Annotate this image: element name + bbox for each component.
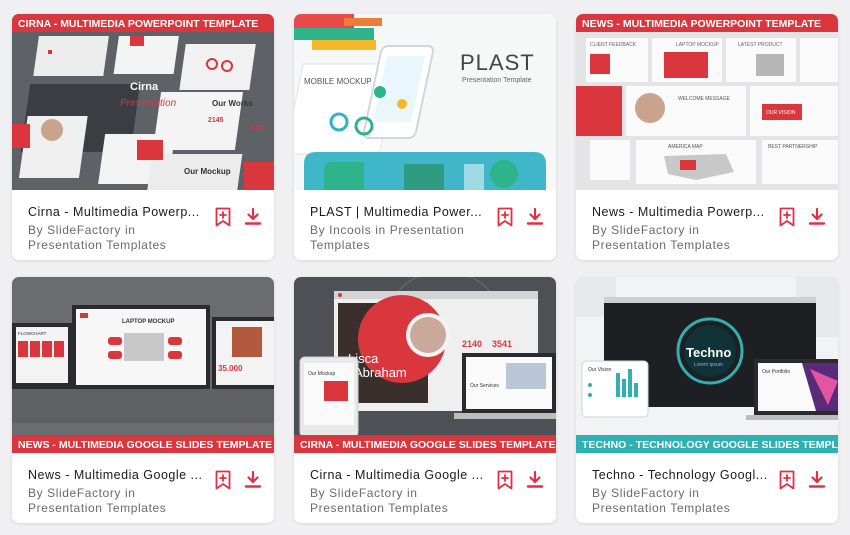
- svg-text:3541: 3541: [492, 339, 512, 349]
- author-line[interactable]: By SlideFactory in: [310, 486, 490, 501]
- template-banner: CIRNA - MULTIMEDIA POWERPOINT TEMPLATE: [18, 18, 258, 30]
- author-line[interactable]: By SlideFactory in: [592, 223, 772, 238]
- template-thumbnail[interactable]: MOBILE MOCKUP PLAST Presentation Templat…: [294, 14, 556, 190]
- svg-text:Our Vision: Our Vision: [588, 367, 611, 373]
- author-line[interactable]: By SlideFactory in: [592, 486, 772, 501]
- svg-text:Abraham: Abraham: [354, 365, 407, 380]
- svg-text:Lorem ipsum: Lorem ipsum: [694, 362, 723, 368]
- template-thumbnail[interactable]: CIRNA - MULTIMEDIA POWERPOINT TEMPLATE C…: [12, 14, 274, 190]
- author-line[interactable]: By SlideFactory in: [28, 223, 208, 238]
- svg-text:Techno: Techno: [686, 345, 731, 360]
- svg-text:Our Portfolio: Our Portfolio: [762, 369, 790, 375]
- svg-text:Our Services: Our Services: [470, 383, 499, 389]
- svg-text:AMERICA MAP: AMERICA MAP: [668, 144, 703, 150]
- bookmark-add-icon[interactable]: [778, 470, 796, 490]
- template-banner: CIRNA - MULTIMEDIA GOOGLE SLIDES TEMPLAT…: [300, 439, 556, 451]
- bookmark-add-icon[interactable]: [496, 470, 514, 490]
- template-banner: NEWS - MULTIMEDIA POWERPOINT TEMPLATE: [582, 18, 821, 30]
- svg-text:LAPTOP MOCKUP: LAPTOP MOCKUP: [122, 319, 174, 325]
- svg-text:Our Mockup: Our Mockup: [184, 167, 231, 176]
- svg-text:2140: 2140: [462, 339, 482, 349]
- author-line[interactable]: By SlideFactory in: [28, 486, 208, 501]
- download-icon[interactable]: [808, 207, 826, 227]
- template-title[interactable]: News - Multimedia Powerp...: [592, 204, 772, 220]
- template-card[interactable]: Lisca Abraham 2140 3541 Our Mockup Our S…: [294, 277, 556, 523]
- svg-text:BEST PARTNERSHIP: BEST PARTNERSHIP: [768, 144, 818, 150]
- template-banner: TECHNO - TECHNOLOGY GOOGLE SLIDES TEMPLA…: [582, 439, 838, 451]
- category-link[interactable]: Templates: [310, 238, 490, 253]
- author-line[interactable]: By Incools in Presentation: [310, 223, 490, 238]
- download-icon[interactable]: [526, 207, 544, 227]
- template-title[interactable]: News - Multimedia Google ...: [28, 467, 208, 483]
- template-card[interactable]: MOBILE MOCKUP PLAST Presentation Templat…: [294, 14, 556, 260]
- bookmark-add-icon[interactable]: [778, 207, 796, 227]
- download-icon[interactable]: [526, 470, 544, 490]
- template-thumbnail[interactable]: Techno Lorem ipsum Our Vision Our Portfo…: [576, 277, 838, 453]
- svg-text:2145: 2145: [208, 117, 224, 124]
- category-link[interactable]: Presentation Templates: [28, 501, 208, 516]
- svg-text:FLOWCHART: FLOWCHART: [18, 331, 47, 336]
- bookmark-add-icon[interactable]: [214, 207, 232, 227]
- category-link[interactable]: Presentation Templates: [310, 501, 490, 516]
- template-title[interactable]: PLAST | Multimedia Power...: [310, 204, 490, 220]
- template-card[interactable]: FLOWCHART LAPTOP MOCKUP 35.000 NEWS - MU…: [12, 277, 274, 523]
- category-link[interactable]: Presentation Templates: [592, 238, 772, 253]
- svg-text:35.000: 35.000: [218, 364, 243, 373]
- download-icon[interactable]: [244, 207, 262, 227]
- template-title[interactable]: Cirna - Multimedia Powerp...: [28, 204, 208, 220]
- template-title[interactable]: Techno - Technology Googl...: [592, 467, 772, 483]
- template-card[interactable]: Techno Lorem ipsum Our Vision Our Portfo…: [576, 277, 838, 523]
- template-thumbnail[interactable]: Lisca Abraham 2140 3541 Our Mockup Our S…: [294, 277, 556, 453]
- svg-text:MOBILE MOCKUP: MOBILE MOCKUP: [304, 77, 372, 86]
- template-thumbnail[interactable]: FLOWCHART LAPTOP MOCKUP 35.000 NEWS - MU…: [12, 277, 274, 453]
- bookmark-add-icon[interactable]: [496, 207, 514, 227]
- svg-text:OUR VISION: OUR VISION: [766, 110, 796, 116]
- svg-text:3415: 3415: [250, 125, 266, 132]
- template-title[interactable]: Cirna - Multimedia Google ...: [310, 467, 490, 483]
- template-thumbnail[interactable]: NEWS - MULTIMEDIA POWERPOINT TEMPLATE CL…: [576, 14, 838, 190]
- template-card[interactable]: NEWS - MULTIMEDIA POWERPOINT TEMPLATE CL…: [576, 14, 838, 260]
- download-icon[interactable]: [808, 470, 826, 490]
- category-link[interactable]: Presentation Templates: [592, 501, 772, 516]
- download-icon[interactable]: [244, 470, 262, 490]
- bookmark-add-icon[interactable]: [214, 470, 232, 490]
- svg-text:PLAST: PLAST: [460, 50, 535, 75]
- svg-text:CLIENT FEEDBACK: CLIENT FEEDBACK: [590, 42, 637, 48]
- svg-text:Cirna: Cirna: [130, 81, 159, 93]
- svg-text:LAPTOP MOCKUP: LAPTOP MOCKUP: [676, 42, 720, 48]
- svg-text:Our Mockup: Our Mockup: [308, 371, 335, 377]
- svg-text:Presentation: Presentation: [120, 98, 177, 109]
- svg-text:Presentation Template: Presentation Template: [462, 77, 532, 84]
- template-banner: NEWS - MULTIMEDIA GOOGLE SLIDES TEMPLATE: [18, 439, 272, 451]
- svg-text:LATEST PRODUCT: LATEST PRODUCT: [738, 42, 783, 48]
- svg-text:Our Works: Our Works: [212, 99, 253, 108]
- category-link[interactable]: Presentation Templates: [28, 238, 208, 253]
- svg-text:WELCOME MESSAGE: WELCOME MESSAGE: [678, 96, 731, 102]
- template-card[interactable]: CIRNA - MULTIMEDIA POWERPOINT TEMPLATE C…: [12, 14, 274, 260]
